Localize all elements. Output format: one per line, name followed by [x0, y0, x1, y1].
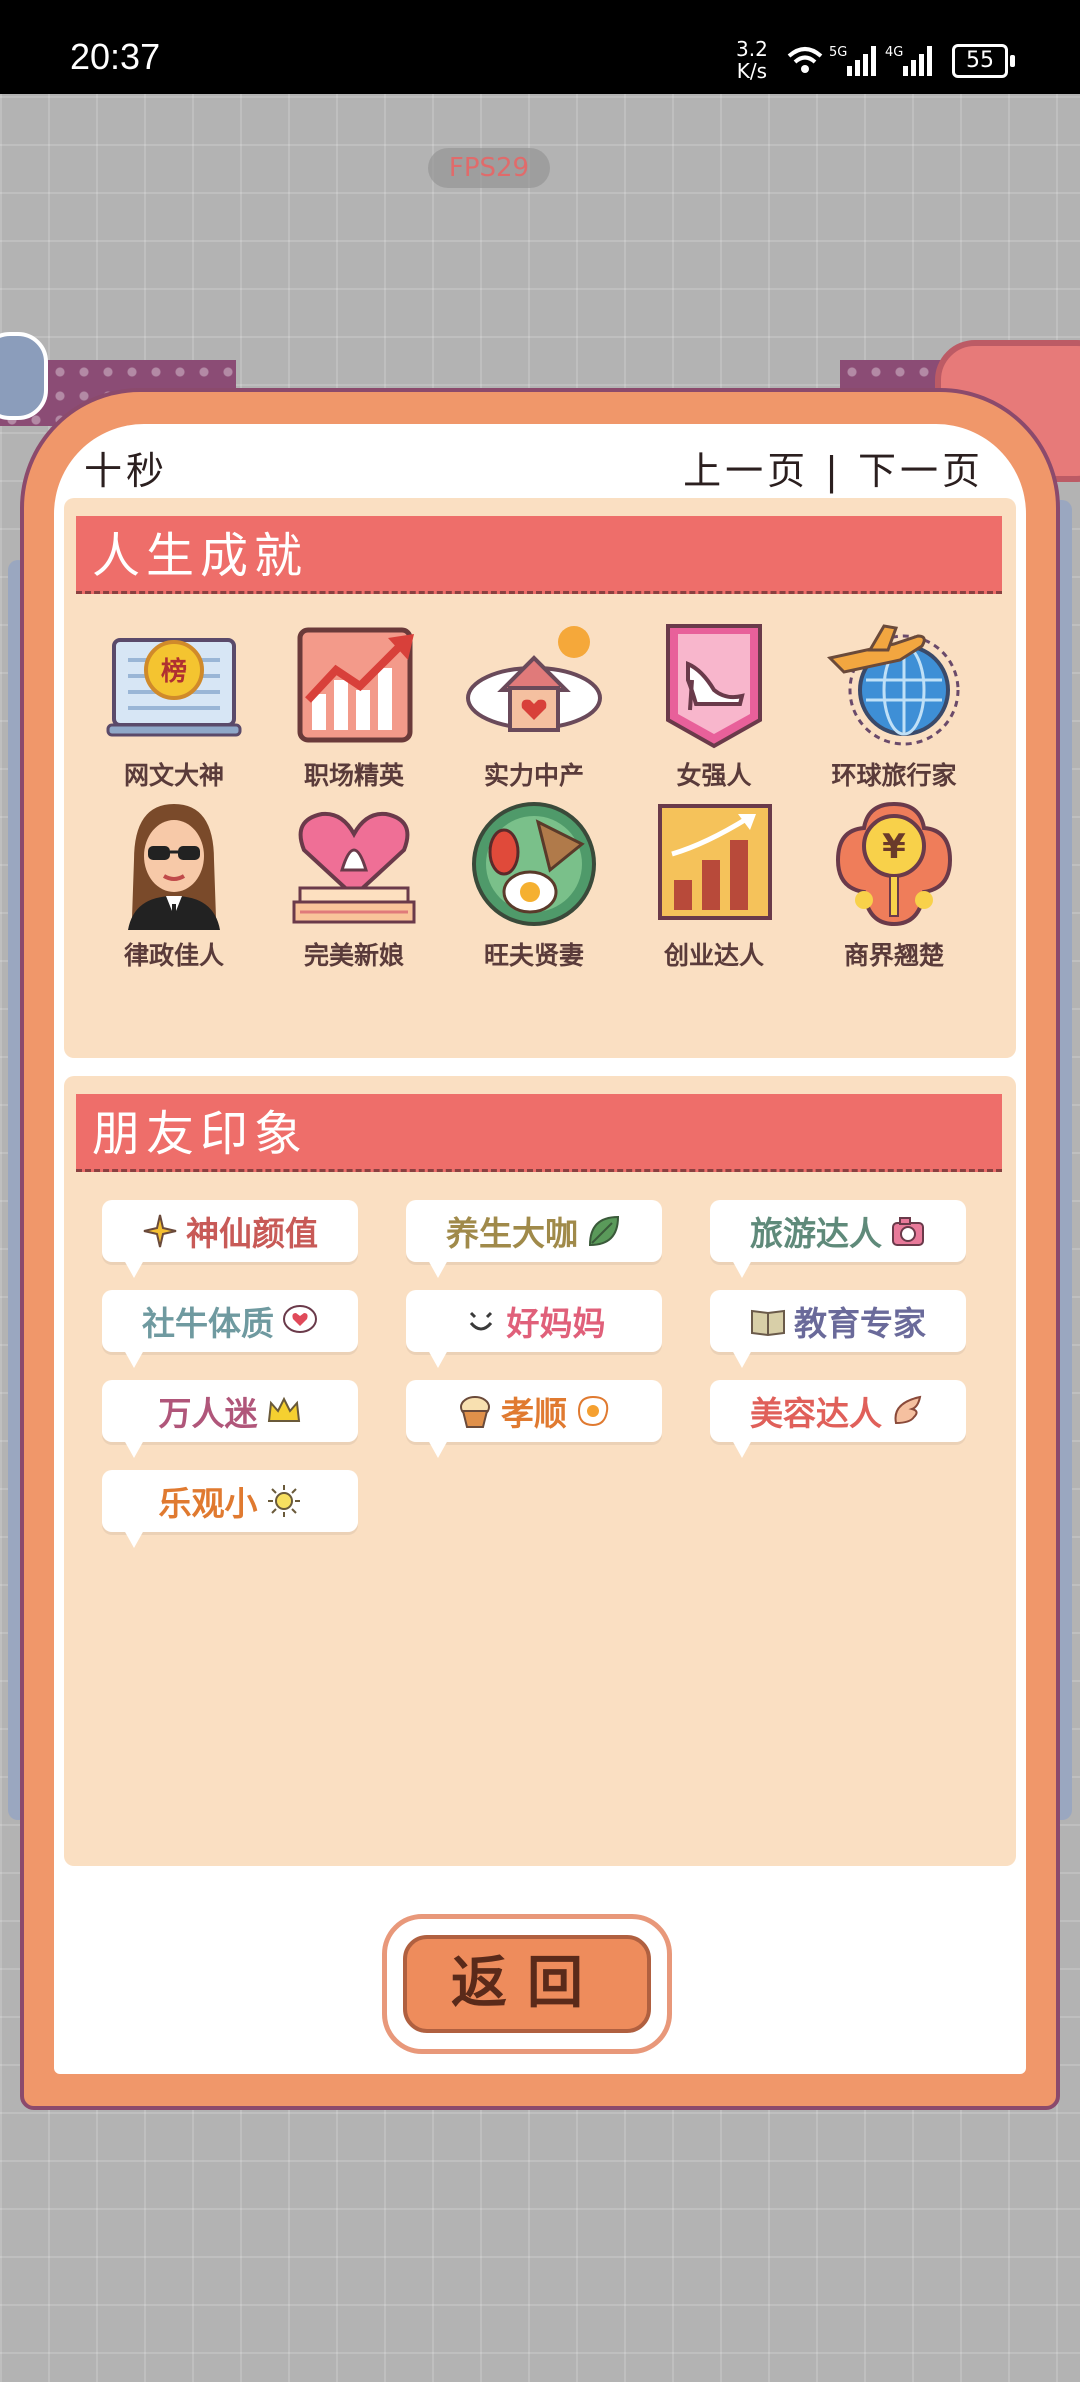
heart-cake-icon	[292, 811, 416, 924]
achievement-label: 网文大神	[123, 761, 224, 790]
cupcake-icon	[460, 1396, 490, 1428]
impression-tag[interactable]: 旅游达人	[710, 1200, 966, 1278]
achievement-item[interactable]: 旺夫贤妻	[444, 800, 624, 972]
svg-text:5G: 5G	[829, 45, 847, 60]
net-speed-unit: K/s	[736, 59, 768, 83]
friends-panel: 朋友印象 神仙颜值 养生大咖 旅游达人 社牛体质 好妈妈 教育专家 万人迷 孝顺…	[64, 1076, 1016, 1866]
smile-icon	[469, 1311, 492, 1331]
tag-label: 好妈妈	[506, 1304, 606, 1343]
battery-icon: 55	[952, 44, 1015, 78]
page-title: 十秒	[84, 449, 169, 493]
achievement-item[interactable]: 完美新娘	[264, 800, 444, 972]
globe-plane-icon	[826, 624, 960, 746]
leaf-icon	[588, 1215, 620, 1247]
tag-label: 教育专家	[794, 1304, 926, 1343]
sparkle-icon	[143, 1214, 177, 1248]
achievements-panel: 人生成就 榜 网文大神 职场精英 实力中产 女强人 环球旅行家 律政佳人 完美新…	[64, 498, 1016, 1058]
house-cloud-icon	[466, 626, 602, 732]
open-book-icon	[751, 1309, 785, 1337]
friends-title: 朋友印象	[76, 1094, 1002, 1172]
tag-label: 神仙颜值	[186, 1214, 318, 1253]
impression-tag[interactable]: 美容达人	[710, 1380, 966, 1458]
heart-bubble-icon	[283, 1305, 317, 1333]
achievement-label: 实力中产	[483, 761, 584, 790]
tag-label: 乐观小	[158, 1484, 258, 1523]
crown-icon	[267, 1396, 300, 1422]
fps-counter: FPS29	[428, 148, 550, 188]
achievement-item[interactable]: 环球旅行家	[804, 620, 984, 792]
impression-tag[interactable]: 神仙颜值	[102, 1200, 358, 1278]
prev-page-button[interactable]: 上一页	[683, 449, 809, 493]
achievement-label: 商界翘楚	[843, 941, 944, 970]
impression-tag[interactable]: 好妈妈	[406, 1290, 662, 1368]
tag-label: 美容达人	[750, 1394, 882, 1433]
book-badge-icon: 榜	[106, 638, 242, 737]
achievement-label: 创业达人	[663, 941, 764, 970]
achievement-label: 女强人	[676, 761, 752, 790]
status-time: 20:37	[70, 36, 161, 77]
high-heel-icon	[666, 624, 762, 749]
impression-tag[interactable]: 教育专家	[710, 1290, 966, 1368]
nav-separator: |	[825, 449, 842, 493]
tag-label: 养生大咖	[446, 1214, 578, 1253]
impression-tag[interactable]: 万人迷	[102, 1380, 358, 1458]
svg-text:榜: 榜	[161, 656, 187, 687]
achievement-label: 职场精英	[303, 761, 404, 790]
plate-food-icon	[472, 802, 596, 926]
yuan-coin-icon: ¥	[835, 801, 953, 927]
achievements-title: 人生成就	[76, 516, 1002, 594]
achievement-label: 完美新娘	[303, 941, 404, 970]
tag-label: 社牛体质	[142, 1304, 274, 1343]
achievement-item[interactable]: 律政佳人	[84, 800, 264, 972]
sun-icon	[267, 1485, 300, 1517]
net-speed: 3.2 K/s	[736, 38, 768, 82]
page-nav: 上一页 | 下一页	[683, 440, 984, 495]
achievement-item[interactable]: 榜 网文大神	[84, 620, 264, 792]
wing-icon	[894, 1395, 922, 1425]
achievement-item[interactable]: 实力中产	[444, 620, 624, 792]
impression-tag[interactable]: 孝顺	[406, 1380, 662, 1458]
tag-label: 旅游达人	[750, 1214, 882, 1253]
back-button-frame: 返回	[382, 1914, 672, 2054]
achievement-item[interactable]: 创业达人	[624, 800, 804, 972]
achievement-item[interactable]: ¥ 商界翘楚	[804, 800, 984, 972]
achievement-label: 律政佳人	[123, 941, 224, 970]
achievement-label: 环球旅行家	[831, 761, 957, 790]
sunglasses-woman-icon	[128, 804, 220, 930]
fried-egg-icon	[577, 1395, 609, 1427]
achievement-item[interactable]: 女强人	[624, 620, 804, 792]
tag-label: 万人迷	[158, 1394, 258, 1433]
achievement-item[interactable]: 职场精英	[264, 620, 444, 792]
svg-text:4G: 4G	[885, 45, 903, 60]
modal-header: 十秒 上一页 | 下一页	[84, 440, 984, 496]
status-bar: 20:37 3.2 K/s 5G 4G 55	[0, 0, 1080, 94]
rising-chart-icon	[297, 627, 414, 743]
back-button[interactable]: 返回	[403, 1935, 651, 2033]
svg-text:¥: ¥	[882, 827, 906, 867]
impression-tag[interactable]: 社牛体质	[102, 1290, 358, 1368]
background-left-button	[0, 332, 48, 420]
signal-wifi-icon: 5G 4G	[787, 45, 932, 76]
tag-label: 孝顺	[501, 1394, 567, 1433]
bar-growth-icon	[658, 804, 772, 920]
next-page-button[interactable]: 下一页	[858, 449, 984, 493]
impression-tag[interactable]: 养生大咖	[406, 1200, 662, 1278]
net-speed-value: 3.2	[736, 37, 768, 61]
achievement-label: 旺夫贤妻	[483, 941, 584, 970]
impression-tag[interactable]: 乐观小	[102, 1470, 358, 1548]
camera-icon	[892, 1217, 924, 1246]
